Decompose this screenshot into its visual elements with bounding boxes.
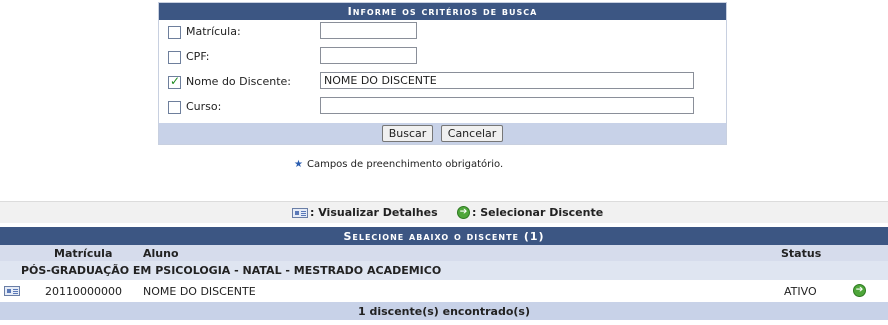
- nome-checkbox[interactable]: ✓: [168, 74, 181, 89]
- results-table: Selecione abaixo o discente (1) Matrícul…: [0, 227, 888, 320]
- table-row: 20110000000 NOME DO DISCENTE ATIVO ➔: [0, 280, 888, 302]
- curso-input[interactable]: [320, 97, 694, 114]
- matricula-label: Matrícula:: [186, 25, 241, 38]
- select-student-icon[interactable]: ➔: [853, 284, 866, 297]
- column-status: Status: [781, 247, 822, 260]
- form-footer: Buscar Cancelar: [159, 123, 726, 144]
- legend-view-details-label: : Visualizar Detalhes: [310, 206, 438, 219]
- legend-select-student: ➔ : Selecionar Discente: [457, 206, 603, 219]
- arrow-right-circle-icon: ➔: [457, 206, 470, 219]
- required-note-text: Campos de preenchimento obrigatório.: [306, 159, 504, 170]
- nome-label: Nome do Discente:: [186, 75, 291, 88]
- check-icon: ✓: [170, 74, 181, 88]
- id-card-icon: [292, 207, 308, 218]
- legend-view-details: : Visualizar Detalhes: [292, 206, 438, 219]
- cpf-checkbox[interactable]: [168, 51, 181, 64]
- search-form: Informe os critérios de busca Matrícula:…: [158, 2, 727, 145]
- curso-label: Curso:: [186, 100, 222, 113]
- row-aluno: NOME DO DISCENTE: [143, 285, 256, 298]
- curso-checkbox[interactable]: [168, 101, 181, 114]
- field-row-curso: Curso:: [159, 95, 726, 120]
- field-row-matricula: Matrícula:: [159, 20, 726, 45]
- column-matricula: Matrícula: [54, 247, 113, 260]
- nome-input[interactable]: NOME DO DISCENTE: [320, 72, 694, 89]
- legend-bar: : Visualizar Detalhes ➔ : Selecionar Dis…: [0, 201, 888, 223]
- row-matricula: 20110000000: [45, 285, 122, 298]
- results-header: Matrícula Aluno Status: [0, 245, 888, 261]
- legend-select-student-label: : Selecionar Discente: [472, 206, 604, 219]
- cpf-input[interactable]: [320, 47, 417, 64]
- cancel-button[interactable]: Cancelar: [440, 125, 504, 142]
- field-row-cpf: CPF:: [159, 45, 726, 70]
- matricula-input[interactable]: [320, 22, 417, 39]
- search-button[interactable]: Buscar: [381, 125, 434, 142]
- required-star-icon: ★: [294, 159, 303, 170]
- row-status: ATIVO: [784, 285, 817, 298]
- matricula-checkbox[interactable]: [168, 26, 181, 39]
- form-caption: Informe os critérios de busca: [159, 3, 726, 20]
- view-details-icon[interactable]: [4, 286, 20, 296]
- results-footer: 1 discente(s) encontrado(s): [0, 302, 888, 320]
- results-caption: Selecione abaixo o discente (1): [0, 227, 888, 245]
- cpf-label: CPF:: [186, 50, 210, 63]
- required-note: ★ Campos de preenchimento obrigatório.: [294, 159, 503, 170]
- field-row-nome: ✓ Nome do Discente: NOME DO DISCENTE: [159, 70, 726, 95]
- program-group-label: PÓS-GRADUAÇÃO EM PSICOLOGIA - NATAL - ME…: [21, 264, 442, 277]
- program-group-row: PÓS-GRADUAÇÃO EM PSICOLOGIA - NATAL - ME…: [0, 261, 888, 280]
- column-aluno: Aluno: [143, 247, 179, 260]
